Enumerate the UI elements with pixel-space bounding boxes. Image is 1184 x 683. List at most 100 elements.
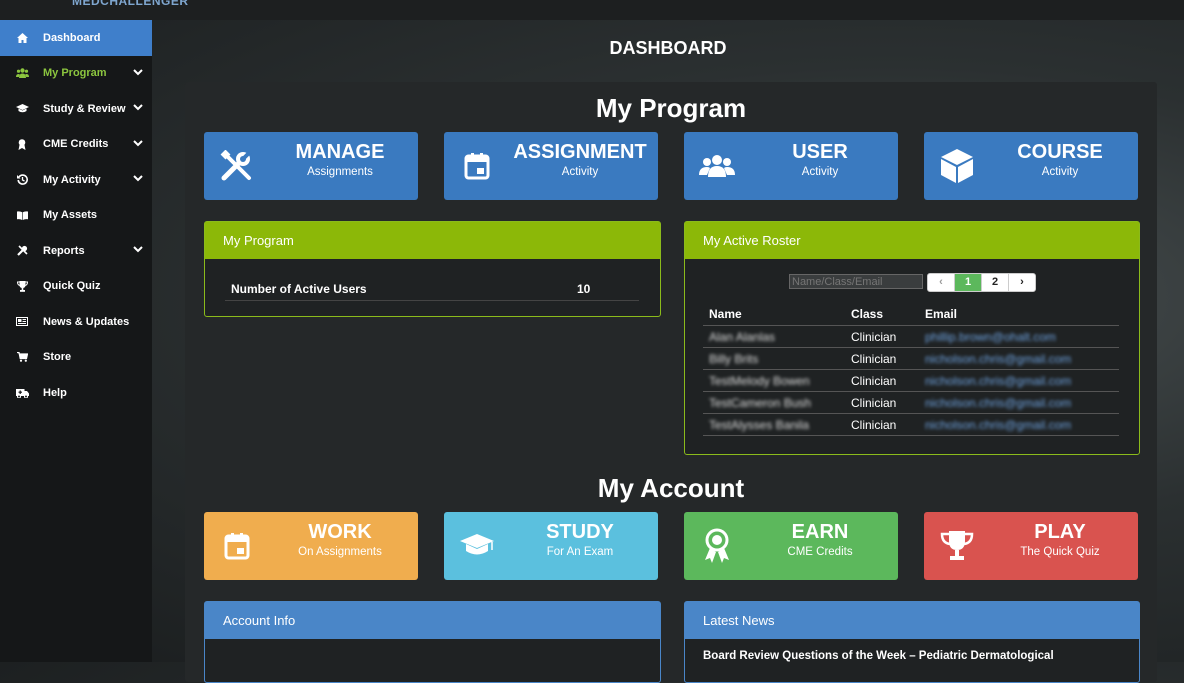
cart-icon	[14, 352, 30, 363]
active-roster-box: My Active Roster ‹ 1 2 › Name Class Emai…	[684, 221, 1140, 455]
calendar-icon	[458, 148, 496, 184]
sidebar-item-reports[interactable]: Reports	[0, 233, 152, 269]
table-row[interactable]: TestMelody Bowen Clinician nicholson.chr…	[703, 369, 1119, 392]
column-header-name[interactable]: Name	[703, 302, 845, 326]
sidebar-item-label: My Program	[43, 67, 107, 80]
graduation-cap-icon	[458, 528, 496, 564]
study-exam-tile[interactable]: STUDY For An Exam	[444, 512, 658, 580]
award-icon	[698, 528, 736, 564]
sidebar-item-store[interactable]: Store	[0, 340, 152, 376]
tile-subtitle: Assignments	[307, 166, 373, 178]
roster-class: Clinician	[845, 413, 919, 436]
pager-prev-button[interactable]: ‹	[928, 274, 955, 291]
tile-subtitle: CME Credits	[787, 546, 853, 558]
sidebar-item-dashboard[interactable]: Dashboard	[0, 20, 152, 56]
roster-email-link[interactable]: phillip.brown@ohalt.com	[919, 325, 1119, 348]
sidebar-item-my-program[interactable]: My Program	[0, 56, 152, 92]
chevron-down-icon[interactable]	[133, 173, 143, 183]
tile-subtitle: The Quick Quiz	[1020, 546, 1100, 558]
tile-title: COURSE	[1017, 141, 1103, 163]
roster-email-link[interactable]: nicholson.chris@gmail.com	[919, 391, 1119, 414]
sidebar-item-label: My Assets	[43, 209, 98, 222]
table-row[interactable]: Alan Alanlas Clinician phillip.brown@oha…	[703, 325, 1119, 348]
sidebar-item-label: My Activity	[43, 173, 101, 186]
work-assignments-tile[interactable]: WORK On Assignments	[204, 512, 418, 580]
my-program-heading: My Program	[595, 93, 747, 123]
tile-subtitle: Activity	[801, 166, 839, 178]
award-icon	[14, 138, 30, 150]
cube-icon	[938, 148, 976, 184]
home-icon	[14, 32, 30, 43]
sidebar-item-study-review[interactable]: Study & Review	[0, 91, 152, 127]
sidebar-item-help[interactable]: Help	[0, 375, 152, 411]
assignment-activity-tile[interactable]: ASSIGNMENT Activity	[444, 132, 658, 200]
ambulance-icon	[14, 388, 30, 398]
pager-page-1[interactable]: 1	[955, 274, 982, 291]
pager-next-button[interactable]: ›	[1009, 274, 1035, 291]
roster-class: Clinician	[845, 325, 919, 348]
chevron-down-icon[interactable]	[133, 244, 143, 254]
roster-class: Clinician	[845, 391, 919, 414]
roster-email-link[interactable]: nicholson.chris@gmail.com	[919, 347, 1119, 370]
manage-assignments-tile[interactable]: MANAGE Assignments	[204, 132, 418, 200]
news-headline-link[interactable]: Board Review Questions of the Week – Ped…	[703, 650, 1054, 662]
box-header: Account Info	[205, 602, 660, 639]
roster-name: TestCameron Bush	[703, 391, 845, 414]
roster-name: Alan Alanlas	[703, 325, 845, 348]
sidebar: Dashboard My Program Study & Review CME …	[0, 20, 152, 662]
tile-title: WORK	[308, 521, 372, 543]
newspaper-icon	[14, 317, 30, 327]
tile-subtitle: For An Exam	[546, 546, 614, 558]
history-icon	[14, 174, 30, 186]
chevron-down-icon[interactable]	[133, 67, 143, 77]
column-header-class[interactable]: Class	[845, 302, 919, 326]
earn-cme-tile[interactable]: EARN CME Credits	[684, 512, 898, 580]
trophy-icon	[14, 280, 30, 292]
sidebar-item-label: Quick Quiz	[43, 280, 101, 293]
book-icon	[14, 211, 30, 220]
roster-name: TestMelody Bowen	[703, 369, 845, 392]
box-header: Latest News	[685, 602, 1139, 639]
tile-title: PLAY	[1034, 521, 1086, 543]
latest-news-box: Latest News Board Review Questions of th…	[684, 601, 1140, 683]
table-row[interactable]: TestCameron Bush Clinician nicholson.chr…	[703, 391, 1119, 414]
sidebar-item-my-activity[interactable]: My Activity	[0, 162, 152, 198]
column-header-email[interactable]: Email	[919, 302, 1119, 326]
play-quiz-tile[interactable]: PLAY The Quick Quiz	[924, 512, 1138, 580]
table-row[interactable]: TestAlysses Banila Clinician nicholson.c…	[703, 413, 1119, 436]
sidebar-item-label: Help	[43, 386, 67, 399]
tile-title: EARN	[791, 521, 849, 543]
sidebar-item-my-assets[interactable]: My Assets	[0, 198, 152, 234]
roster-name: TestAlysses Banila	[703, 413, 845, 436]
tile-title: STUDY	[546, 521, 614, 543]
box-header: My Program	[205, 222, 660, 259]
stat-label: Number of Active Users	[231, 282, 367, 296]
users-icon	[698, 148, 736, 184]
roster-email-link[interactable]: nicholson.chris@gmail.com	[919, 413, 1119, 436]
app-logo[interactable]: MEDCHALLENGER	[72, 0, 189, 8]
table-row[interactable]: Billy Brits Clinician nicholson.chris@gm…	[703, 347, 1119, 370]
tile-subtitle: On Assignments	[298, 546, 382, 558]
sidebar-item-label: Dashboard	[43, 31, 101, 44]
my-program-box: My Program Number of Active Users 10	[204, 221, 661, 317]
roster-class: Clinician	[845, 347, 919, 370]
pager-page-2[interactable]: 2	[982, 274, 1009, 291]
sidebar-item-label: Study & Review	[43, 102, 126, 115]
roster-search-input[interactable]	[789, 274, 923, 289]
user-activity-tile[interactable]: USER Activity	[684, 132, 898, 200]
trophy-icon	[938, 528, 976, 564]
tile-title: MANAGE	[295, 141, 385, 163]
tile-subtitle: Activity	[561, 166, 599, 178]
chevron-down-icon[interactable]	[133, 102, 143, 112]
tile-subtitle: Activity	[1041, 166, 1079, 178]
sidebar-item-cme-credits[interactable]: CME Credits	[0, 127, 152, 163]
top-bar: MEDCHALLENGER	[0, 0, 1184, 20]
chevron-down-icon[interactable]	[133, 138, 143, 148]
course-activity-tile[interactable]: COURSE Activity	[924, 132, 1138, 200]
wrench-icon	[14, 245, 30, 257]
sidebar-item-news-updates[interactable]: News & Updates	[0, 304, 152, 340]
sidebar-item-quick-quiz[interactable]: Quick Quiz	[0, 269, 152, 305]
tile-title: ASSIGNMENT	[513, 141, 647, 163]
calendar-icon	[218, 528, 256, 564]
roster-email-link[interactable]: nicholson.chris@gmail.com	[919, 369, 1119, 392]
